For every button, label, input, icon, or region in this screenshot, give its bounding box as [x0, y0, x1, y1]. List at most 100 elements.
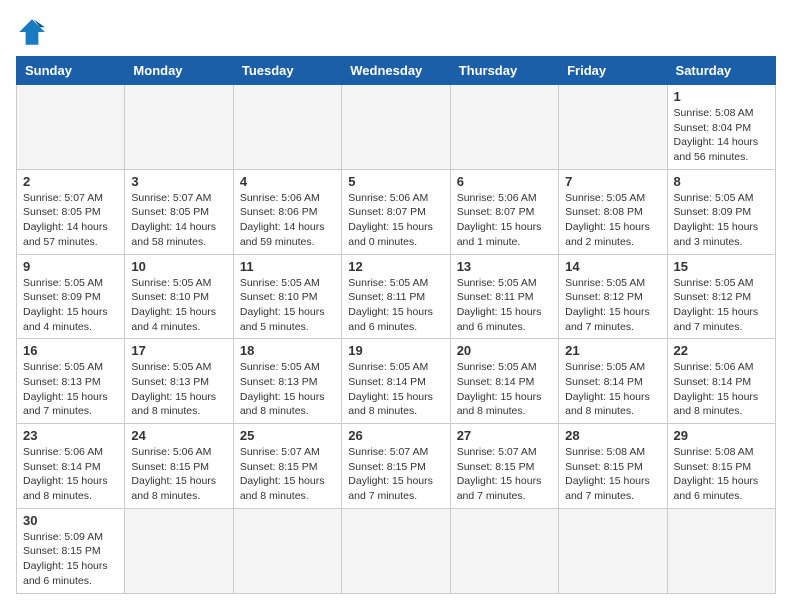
- week-row-0: 1Sunrise: 5:08 AM Sunset: 8:04 PM Daylig…: [17, 85, 776, 170]
- day-info: Sunrise: 5:05 AM Sunset: 8:12 PM Dayligh…: [674, 276, 769, 335]
- day-info: Sunrise: 5:08 AM Sunset: 8:15 PM Dayligh…: [674, 445, 769, 504]
- day-info: Sunrise: 5:05 AM Sunset: 8:08 PM Dayligh…: [565, 191, 660, 250]
- day-number: 11: [240, 259, 335, 274]
- calendar-cell: 2 Sunrise: 5:07 AM Sunset: 8:05 PM Daylig…: [17, 169, 125, 254]
- day-info: Sunrise: 5:05 AM Sunset: 8:14 PM Dayligh…: [457, 360, 552, 419]
- day-number: 1: [674, 89, 769, 104]
- day-number: 19: [348, 343, 443, 358]
- day-number: 20: [457, 343, 552, 358]
- day-info: Sunrise: 5:05 AM Sunset: 8:09 PM Dayligh…: [23, 276, 118, 335]
- day-info: Sunrise: 5:05 AM Sunset: 8:13 PM Dayligh…: [131, 360, 226, 419]
- calendar-cell: [450, 508, 558, 593]
- header-saturday: Saturday: [667, 57, 775, 85]
- calendar-cell: 5 Sunrise: 5:06 AM Sunset: 8:07 PM Daylig…: [342, 169, 450, 254]
- calendar-cell: [559, 508, 667, 593]
- header-friday: Friday: [559, 57, 667, 85]
- day-info: Sunrise: 5:06 AM Sunset: 8:15 PM Dayligh…: [131, 445, 226, 504]
- calendar-cell: 12 Sunrise: 5:05 AM Sunset: 8:11 PM Dayli…: [342, 254, 450, 339]
- calendar-cell: [233, 508, 341, 593]
- day-number: 18: [240, 343, 335, 358]
- day-number: 5: [348, 174, 443, 189]
- day-number: 6: [457, 174, 552, 189]
- day-number: 28: [565, 428, 660, 443]
- calendar-cell: 19Sunrise: 5:05 AM Sunset: 8:14 PM Dayli…: [342, 339, 450, 424]
- header-sunday: Sunday: [17, 57, 125, 85]
- week-row-4: 23 Sunrise: 5:06 AM Sunset: 8:14 PM Dayli…: [17, 424, 776, 509]
- day-info: Sunrise: 5:08 AM Sunset: 8:15 PM Dayligh…: [565, 445, 660, 504]
- day-number: 25: [240, 428, 335, 443]
- calendar-cell: [342, 85, 450, 170]
- calendar-cell: 22Sunrise: 5:06 AM Sunset: 8:14 PM Dayli…: [667, 339, 775, 424]
- weekday-header-row: Sunday Monday Tuesday Wednesday Thursday…: [17, 57, 776, 85]
- calendar-cell: 24 Sunrise: 5:06 AM Sunset: 8:15 PM Dayli…: [125, 424, 233, 509]
- calendar-cell: 21 Sunrise: 5:05 AM Sunset: 8:14 PM Dayli…: [559, 339, 667, 424]
- day-info: Sunrise: 5:05 AM Sunset: 8:13 PM Dayligh…: [240, 360, 335, 419]
- day-info: Sunrise: 5:06 AM Sunset: 8:14 PM Dayligh…: [674, 360, 769, 419]
- day-info: Sunrise: 5:06 AM Sunset: 8:14 PM Dayligh…: [23, 445, 118, 504]
- day-info: Sunrise: 5:07 AM Sunset: 8:15 PM Dayligh…: [240, 445, 335, 504]
- day-info: Sunrise: 5:06 AM Sunset: 8:07 PM Dayligh…: [457, 191, 552, 250]
- day-number: 4: [240, 174, 335, 189]
- day-info: Sunrise: 5:05 AM Sunset: 8:10 PM Dayligh…: [131, 276, 226, 335]
- day-number: 2: [23, 174, 118, 189]
- day-number: 13: [457, 259, 552, 274]
- day-info: Sunrise: 5:06 AM Sunset: 8:06 PM Dayligh…: [240, 191, 335, 250]
- header-wednesday: Wednesday: [342, 57, 450, 85]
- day-number: 27: [457, 428, 552, 443]
- day-info: Sunrise: 5:07 AM Sunset: 8:05 PM Dayligh…: [23, 191, 118, 250]
- calendar-cell: 4 Sunrise: 5:06 AM Sunset: 8:06 PM Daylig…: [233, 169, 341, 254]
- day-info: Sunrise: 5:07 AM Sunset: 8:15 PM Dayligh…: [348, 445, 443, 504]
- calendar-cell: 3 Sunrise: 5:07 AM Sunset: 8:05 PM Daylig…: [125, 169, 233, 254]
- calendar-cell: 29 Sunrise: 5:08 AM Sunset: 8:15 PM Dayli…: [667, 424, 775, 509]
- calendar-cell: 25 Sunrise: 5:07 AM Sunset: 8:15 PM Dayli…: [233, 424, 341, 509]
- day-number: 29: [674, 428, 769, 443]
- day-info: Sunrise: 5:06 AM Sunset: 8:07 PM Dayligh…: [348, 191, 443, 250]
- day-number: 12: [348, 259, 443, 274]
- day-number: 16: [23, 343, 118, 358]
- day-number: 14: [565, 259, 660, 274]
- calendar-cell: 28 Sunrise: 5:08 AM Sunset: 8:15 PM Dayli…: [559, 424, 667, 509]
- calendar-cell: 1Sunrise: 5:08 AM Sunset: 8:04 PM Daylig…: [667, 85, 775, 170]
- day-info: Sunrise: 5:09 AM Sunset: 8:15 PM Dayligh…: [23, 530, 118, 589]
- week-row-5: 30 Sunrise: 5:09 AM Sunset: 8:15 PM Dayli…: [17, 508, 776, 593]
- calendar-cell: 10 Sunrise: 5:05 AM Sunset: 8:10 PM Dayli…: [125, 254, 233, 339]
- calendar-cell: 27 Sunrise: 5:07 AM Sunset: 8:15 PM Dayli…: [450, 424, 558, 509]
- calendar-cell: 6 Sunrise: 5:06 AM Sunset: 8:07 PM Daylig…: [450, 169, 558, 254]
- day-info: Sunrise: 5:07 AM Sunset: 8:15 PM Dayligh…: [457, 445, 552, 504]
- day-info: Sunrise: 5:05 AM Sunset: 8:10 PM Dayligh…: [240, 276, 335, 335]
- day-number: 3: [131, 174, 226, 189]
- day-number: 15: [674, 259, 769, 274]
- day-number: 24: [131, 428, 226, 443]
- day-number: 17: [131, 343, 226, 358]
- day-number: 21: [565, 343, 660, 358]
- calendar-cell: 11 Sunrise: 5:05 AM Sunset: 8:10 PM Dayli…: [233, 254, 341, 339]
- day-number: 9: [23, 259, 118, 274]
- day-number: 10: [131, 259, 226, 274]
- logo: [16, 16, 52, 48]
- day-info: Sunrise: 5:07 AM Sunset: 8:05 PM Dayligh…: [131, 191, 226, 250]
- calendar-cell: [559, 85, 667, 170]
- calendar-cell: 14Sunrise: 5:05 AM Sunset: 8:12 PM Dayli…: [559, 254, 667, 339]
- calendar-cell: 7 Sunrise: 5:05 AM Sunset: 8:08 PM Daylig…: [559, 169, 667, 254]
- calendar-cell: 8Sunrise: 5:05 AM Sunset: 8:09 PM Daylig…: [667, 169, 775, 254]
- calendar-cell: 30 Sunrise: 5:09 AM Sunset: 8:15 PM Dayli…: [17, 508, 125, 593]
- week-row-2: 9 Sunrise: 5:05 AM Sunset: 8:09 PM Daylig…: [17, 254, 776, 339]
- calendar-cell: 26 Sunrise: 5:07 AM Sunset: 8:15 PM Dayli…: [342, 424, 450, 509]
- calendar-cell: [233, 85, 341, 170]
- calendar-cell: 18 Sunrise: 5:05 AM Sunset: 8:13 PM Dayli…: [233, 339, 341, 424]
- day-number: 30: [23, 513, 118, 528]
- week-row-3: 16 Sunrise: 5:05 AM Sunset: 8:13 PM Dayli…: [17, 339, 776, 424]
- day-number: 26: [348, 428, 443, 443]
- day-number: 7: [565, 174, 660, 189]
- calendar-cell: 15 Sunrise: 5:05 AM Sunset: 8:12 PM Dayli…: [667, 254, 775, 339]
- generalblue-logo-icon: [16, 16, 48, 48]
- day-info: Sunrise: 5:05 AM Sunset: 8:13 PM Dayligh…: [23, 360, 118, 419]
- day-number: 23: [23, 428, 118, 443]
- day-info: Sunrise: 5:05 AM Sunset: 8:14 PM Dayligh…: [565, 360, 660, 419]
- header: [16, 16, 776, 48]
- day-info: Sunrise: 5:05 AM Sunset: 8:11 PM Dayligh…: [348, 276, 443, 335]
- day-info: Sunrise: 5:05 AM Sunset: 8:11 PM Dayligh…: [457, 276, 552, 335]
- calendar-cell: [667, 508, 775, 593]
- header-tuesday: Tuesday: [233, 57, 341, 85]
- calendar-cell: 17 Sunrise: 5:05 AM Sunset: 8:13 PM Dayli…: [125, 339, 233, 424]
